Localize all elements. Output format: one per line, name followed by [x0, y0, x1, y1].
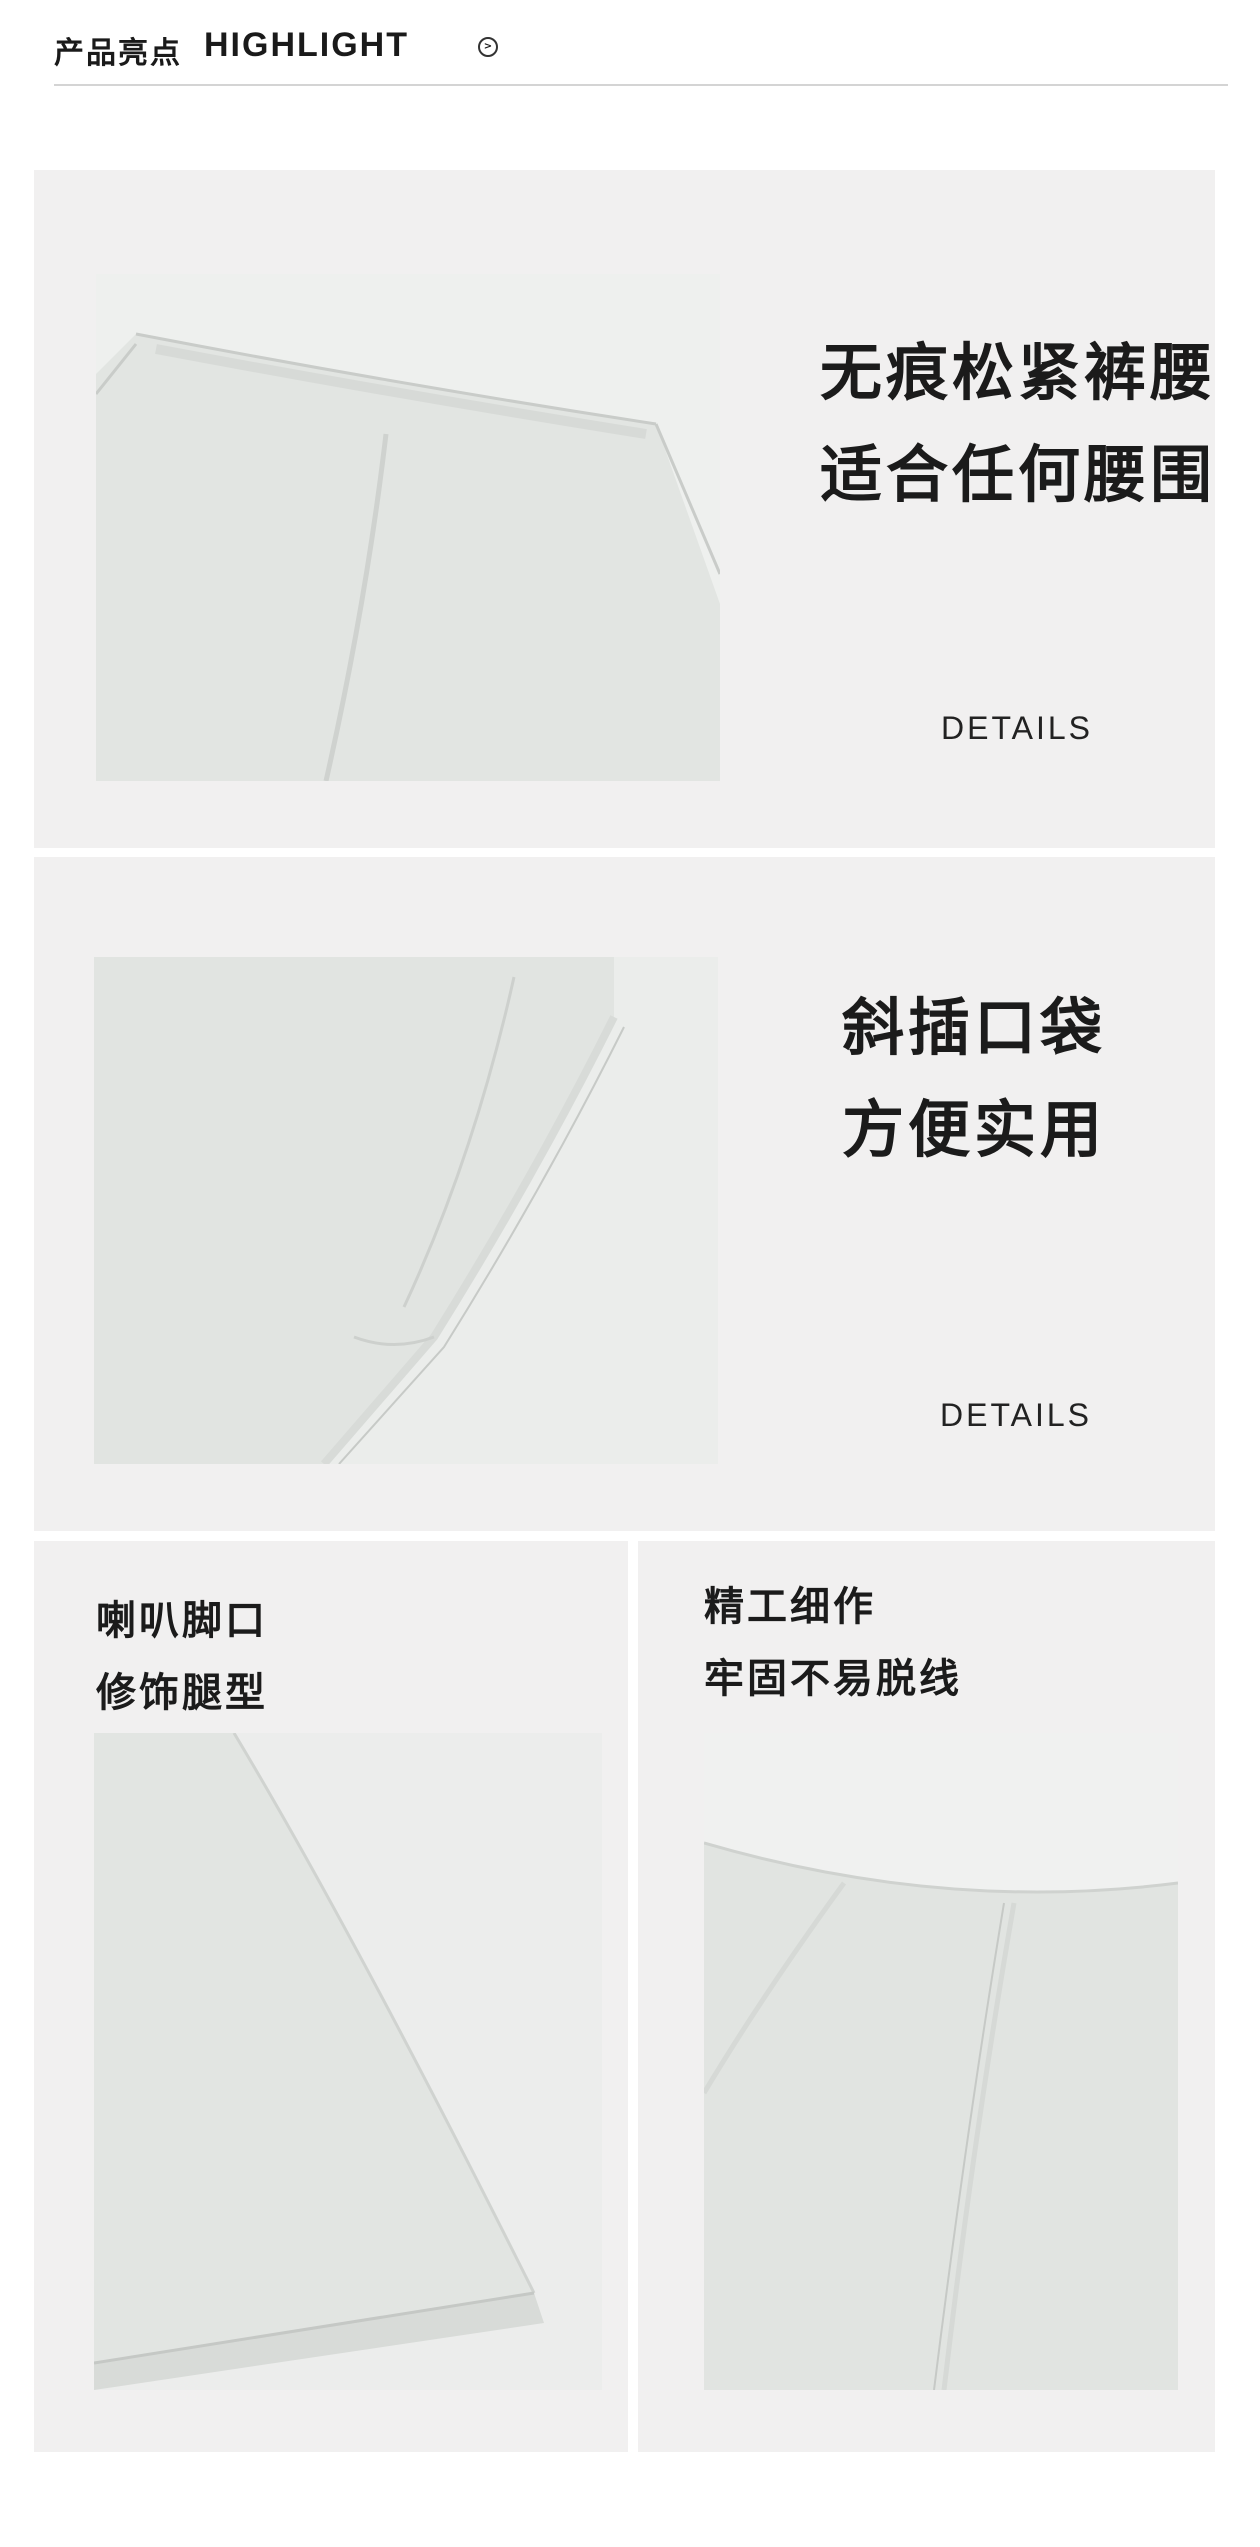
headline-line2: 修饰腿型: [96, 1670, 268, 1716]
headline-line2: 适合任何腰围: [820, 438, 1217, 511]
header-title-en: HIGHLIGHT: [204, 26, 409, 64]
pocket-photo: [94, 957, 718, 1464]
section-header: 产品亮点 HIGHLIGHT >: [54, 20, 1228, 86]
highlight-panel-pocket: 斜插口袋 方便实用 DETAILS: [34, 857, 1215, 1531]
details-label: DETAILS: [940, 1397, 1092, 1433]
headline-line2: 牢固不易脱线: [704, 1656, 962, 1702]
seams-headline: 精工细作 牢固不易脱线: [704, 1571, 962, 1715]
details-label: DETAILS: [941, 710, 1093, 746]
header-title-cn: 产品亮点: [54, 36, 182, 71]
headline-line2: 方便实用: [842, 1093, 1107, 1166]
headline-line1: 精工细作: [704, 1584, 876, 1630]
highlight-panel-hem: 喇叭脚口 修饰腿型: [34, 1541, 628, 2452]
highlight-panel-waistband: 无痕松紧裤腰 适合任何腰围 DETAILS: [34, 170, 1215, 848]
headline-line1: 喇叭脚口: [96, 1598, 268, 1644]
headline-line1: 斜插口袋: [842, 991, 1107, 1064]
waistband-headline: 无痕松紧裤腰 适合任何腰围: [820, 322, 1216, 526]
highlight-panel-seams: 精工细作 牢固不易脱线: [638, 1541, 1215, 2452]
waistband-photo: [96, 274, 720, 781]
seams-photo: [704, 1733, 1178, 2390]
circle-arrow-right-icon: >: [478, 37, 498, 57]
hem-photo: [94, 1733, 602, 2390]
headline-line1: 无痕松紧裤腰: [820, 336, 1217, 409]
pocket-headline: 斜插口袋 方便实用: [842, 977, 1106, 1181]
hem-headline: 喇叭脚口 修饰腿型: [96, 1585, 268, 1729]
